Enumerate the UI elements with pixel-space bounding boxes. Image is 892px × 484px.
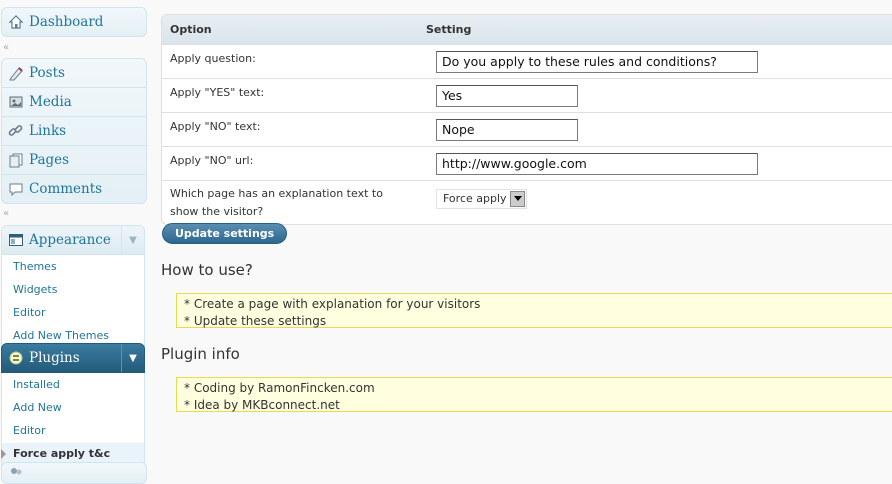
menu-item-plugins[interactable]: Plugins ▼ [1,343,145,373]
main-content: Option Setting Apply question: Apply "YE… [161,0,892,473]
no-text-input[interactable] [436,118,578,141]
update-settings-button[interactable]: Update settings [162,223,288,244]
table-row: Apply "YES" text: [162,79,892,113]
menu-separator[interactable]: « [3,209,9,219]
yes-text-input[interactable] [436,84,578,107]
menu-label: Plugins [29,350,80,366]
menu-label: Appearance [29,232,111,248]
menu-item-posts[interactable]: Posts [2,59,146,88]
chevron-down-icon[interactable]: ▼ [121,344,144,372]
table-row: Apply question: [162,45,892,79]
dashboard-label: Dashboard [29,14,104,30]
menu-item-dashboard[interactable]: Dashboard [2,8,146,36]
explanation-page-select[interactable]: Force apply [436,188,527,209]
menu-item-links[interactable]: Links [2,117,146,146]
option-label: Apply "NO" text: [170,120,261,133]
menu-separator[interactable]: « [3,43,9,53]
how-to-notice: * Create a page with explanation for you… [176,293,892,328]
menu-label: Pages [29,152,70,168]
column-header-setting: Setting [426,23,472,36]
plugins-submenu: Installed Add New Editor Force apply t&c [1,373,145,466]
media-icon [8,94,24,110]
content-menu: Posts Media Links Pages Comments [1,58,147,204]
menu-item-comments[interactable]: Comments [2,175,146,203]
option-label: Apply question: [170,52,256,65]
users-menu-partial[interactable] [2,463,146,483]
table-row: Apply "NO" text: [162,113,892,147]
chevron-down-icon[interactable] [510,190,525,207]
dashboard-menu: Dashboard [1,7,147,37]
submenu-item-installed[interactable]: Installed [2,373,144,396]
selected-value: Force apply [443,191,507,205]
table-header: Option Setting [162,15,892,45]
home-icon [8,14,24,30]
chevron-down-icon[interactable]: ▼ [121,226,144,254]
notice-line: * Coding by RamonFincken.com [184,381,375,395]
plugin-info-heading: Plugin info [161,345,240,363]
notice-line: * Update these settings [184,314,327,328]
option-label: Which page has an explanation text to sh… [170,186,383,218]
how-to-heading: How to use? [161,261,253,279]
appearance-icon [8,232,24,248]
apply-question-input[interactable] [436,50,758,73]
posts-icon [8,65,24,81]
submenu-item-editor[interactable]: Editor [2,301,144,324]
menu-label: Posts [29,65,65,81]
menu-label: Comments [29,181,103,197]
plugin-info-notice: * Coding by RamonFincken.com * Idea by M… [176,377,892,412]
comments-icon [8,181,24,197]
menu-item-appearance[interactable]: Appearance ▼ [1,225,145,255]
menu-label: Media [29,94,72,110]
admin-sidebar: Dashboard « Posts Media Links Pages Comm… [0,0,147,484]
appearance-submenu: Themes Widgets Editor Add New Themes [1,255,145,348]
table-row: Apply "NO" url: [162,147,892,181]
pages-icon [8,152,24,168]
links-icon [8,123,24,139]
no-url-input[interactable] [436,152,758,175]
notice-line: * Create a page with explanation for you… [184,297,481,311]
users-icon [8,465,24,481]
submenu-item-add-new[interactable]: Add New [2,396,144,419]
table-row: Which page has an explanation text to sh… [162,181,892,224]
next-menu-partial[interactable] [1,462,147,484]
menu-item-pages[interactable]: Pages [2,146,146,175]
column-header-option: Option [170,23,212,36]
plugins-icon [8,350,24,366]
menu-item-media[interactable]: Media [2,88,146,117]
settings-table: Option Setting Apply question: Apply "YE… [161,14,892,225]
submenu-item-themes[interactable]: Themes [2,255,144,278]
notice-line: * Idea by MKBconnect.net [184,398,340,412]
submenu-item-widgets[interactable]: Widgets [2,278,144,301]
option-label: Apply "YES" text: [170,86,265,99]
option-label: Apply "NO" url: [170,154,254,167]
menu-label: Links [29,123,67,139]
submenu-item-plugin-editor[interactable]: Editor [2,419,144,442]
